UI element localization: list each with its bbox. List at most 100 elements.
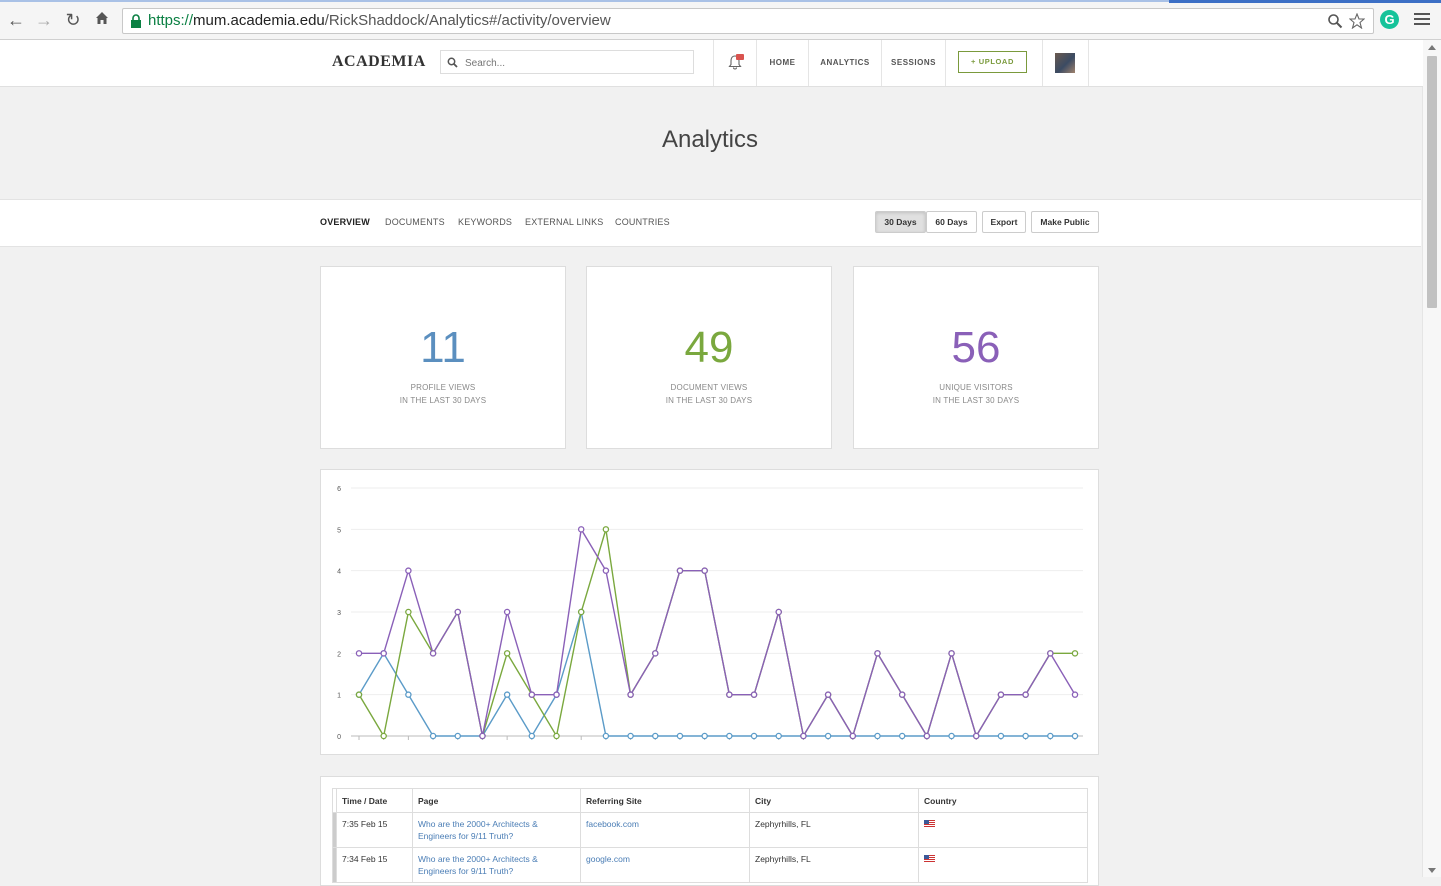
row-time: 7:35 Feb 15 bbox=[336, 812, 413, 848]
data-point bbox=[627, 691, 634, 698]
data-point bbox=[627, 732, 634, 740]
data-point bbox=[923, 732, 931, 740]
search-box[interactable] bbox=[440, 50, 694, 74]
data-point bbox=[503, 608, 511, 616]
back-icon[interactable]: ← bbox=[5, 9, 27, 31]
activity-chart-panel: 0 1 2 3 4 5 6 bbox=[320, 469, 1099, 755]
export-button[interactable]: Export bbox=[982, 211, 1026, 233]
data-point bbox=[405, 691, 412, 698]
data-point bbox=[800, 732, 807, 740]
data-point bbox=[1022, 732, 1029, 740]
scroll-up-arrow[interactable] bbox=[1428, 45, 1436, 50]
data-point bbox=[355, 691, 363, 698]
data-point bbox=[775, 608, 782, 616]
reload-icon[interactable]: ↻ bbox=[62, 9, 84, 31]
data-point bbox=[405, 567, 412, 574]
range-30-days-button[interactable]: 30 Days bbox=[875, 211, 926, 233]
table-row: 7:34 Feb 15 Who are the 2000+ Architects… bbox=[332, 847, 1088, 883]
nav-analytics[interactable]: ANALYTICS bbox=[808, 40, 881, 86]
data-point bbox=[701, 732, 708, 740]
home-icon[interactable] bbox=[91, 9, 113, 31]
data-point bbox=[528, 732, 536, 740]
notifications-button[interactable] bbox=[713, 40, 756, 86]
avatar[interactable] bbox=[1055, 53, 1075, 73]
data-point bbox=[849, 732, 857, 740]
row-referring-site-link[interactable]: facebook.com bbox=[586, 819, 639, 829]
browser-menu-icon[interactable] bbox=[1414, 10, 1430, 28]
analytics-subnav: OVERVIEW DOCUMENTS KEYWORDS EXTERNAL LIN… bbox=[0, 199, 1421, 247]
url-host: mum.academia.edu bbox=[193, 12, 325, 29]
data-point bbox=[577, 526, 585, 533]
nav-home[interactable]: HOME bbox=[756, 40, 808, 86]
data-point bbox=[405, 608, 412, 616]
activity-table: Time / Date Page Referring Site City Cou… bbox=[332, 788, 1088, 883]
address-bar[interactable]: https://mum.academia.edu/RickShaddock/An… bbox=[122, 8, 1374, 34]
document-views-label: DOCUMENT VIEWS IN THE LAST 30 DAYS bbox=[665, 383, 753, 405]
activity-line-chart: 0 1 2 3 4 5 6 bbox=[337, 486, 1083, 741]
table-header-row: Time / Date Page Referring Site City Cou… bbox=[332, 788, 1088, 813]
data-point bbox=[602, 526, 610, 533]
y-tick-label: 5 bbox=[337, 527, 341, 534]
data-point bbox=[553, 691, 560, 698]
unique-visitors-card: 56 UNIQUE VISITORS IN THE LAST 30 DAYS bbox=[853, 266, 1099, 449]
data-point bbox=[602, 567, 610, 574]
notification-badge bbox=[736, 54, 744, 60]
col-city: City bbox=[749, 788, 919, 813]
unique-visitors-value: 56 bbox=[951, 323, 1001, 372]
profile-views-label: PROFILE VIEWS IN THE LAST 30 DAYS bbox=[399, 383, 487, 405]
tab-countries[interactable]: COUNTRIES bbox=[615, 217, 670, 227]
data-point bbox=[824, 732, 832, 740]
lock-icon bbox=[131, 14, 141, 28]
scroll-down-arrow[interactable] bbox=[1428, 868, 1436, 873]
scrollbar-thumb[interactable] bbox=[1427, 56, 1437, 308]
data-point bbox=[479, 732, 486, 740]
zoom-icon[interactable] bbox=[1327, 13, 1343, 29]
page-title: Analytics bbox=[661, 126, 759, 153]
data-point bbox=[1071, 732, 1079, 740]
forward-icon[interactable]: → bbox=[33, 9, 55, 31]
academia-logo[interactable]: ACADEMIA bbox=[332, 53, 426, 71]
url-text: https://mum.academia.edu/RickShaddock/An… bbox=[148, 12, 611, 29]
data-point bbox=[948, 732, 955, 740]
data-point bbox=[454, 608, 462, 616]
data-point bbox=[775, 732, 782, 740]
tab-keywords[interactable]: KEYWORDS bbox=[458, 217, 512, 227]
tab-external-links[interactable]: EXTERNAL LINKS bbox=[525, 217, 604, 227]
nav-sessions[interactable]: SESSIONS bbox=[881, 40, 945, 86]
data-point bbox=[997, 691, 1005, 698]
range-60-days-button[interactable]: 60 Days bbox=[926, 211, 977, 233]
search-input[interactable] bbox=[463, 54, 687, 72]
data-point bbox=[1047, 732, 1054, 740]
site-header: ACADEMIA HOME ANALYTICS SESSIONS + UPLOA… bbox=[0, 40, 1423, 87]
data-point bbox=[824, 691, 832, 698]
y-tick-label: 3 bbox=[337, 610, 341, 617]
data-point bbox=[676, 567, 684, 574]
y-tick-label: 2 bbox=[337, 651, 341, 658]
series-line bbox=[359, 527, 1076, 738]
col-referring-site: Referring Site bbox=[580, 788, 750, 813]
make-public-button[interactable]: Make Public bbox=[1031, 211, 1099, 233]
bookmark-star-icon[interactable] bbox=[1349, 13, 1365, 29]
row-page-link[interactable]: Who are the 2000+ Architects & Engineers… bbox=[418, 819, 538, 841]
data-point bbox=[454, 732, 462, 740]
data-point bbox=[429, 732, 437, 740]
data-point bbox=[898, 691, 906, 698]
row-referring-site-link[interactable]: google.com bbox=[586, 854, 630, 864]
profile-views-value: 11 bbox=[420, 323, 466, 372]
search-icon bbox=[447, 57, 458, 68]
data-point bbox=[429, 650, 437, 657]
upload-button[interactable]: + UPLOAD bbox=[958, 51, 1027, 73]
data-point bbox=[1071, 650, 1079, 657]
tab-documents[interactable]: DOCUMENTS bbox=[385, 217, 445, 227]
page-scrollbar[interactable] bbox=[1422, 40, 1441, 877]
col-country: Country bbox=[918, 788, 1088, 813]
y-tick-label: 4 bbox=[337, 569, 341, 576]
data-point bbox=[503, 650, 511, 657]
grammarly-extension-icon[interactable]: G bbox=[1380, 10, 1399, 29]
row-page-link[interactable]: Who are the 2000+ Architects & Engineers… bbox=[418, 854, 538, 876]
row-city: Zephyrhills, FL bbox=[749, 847, 919, 883]
browser-toolbar: ← → ↻ https://mum.academia.edu/RickShadd… bbox=[0, 0, 1441, 40]
row-city: Zephyrhills, FL bbox=[749, 812, 919, 848]
col-page: Page bbox=[412, 788, 581, 813]
tab-overview[interactable]: OVERVIEW bbox=[320, 217, 370, 227]
